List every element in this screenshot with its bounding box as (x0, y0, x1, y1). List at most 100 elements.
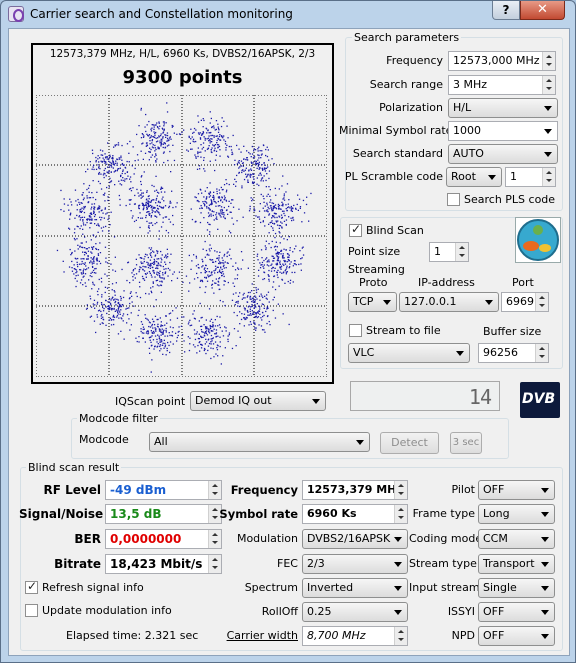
fec-select[interactable]: 2/3 (302, 554, 408, 574)
search-standard-select[interactable]: AUTO (448, 144, 558, 164)
constellation-point (204, 343, 206, 345)
constellation-point (139, 226, 141, 229)
update-modulation-checkbox[interactable] (25, 604, 38, 617)
constellation-point (195, 129, 197, 131)
constellation-point (149, 272, 151, 274)
help-button[interactable]: ? (492, 1, 520, 20)
polarization-select[interactable]: H/L (448, 98, 558, 118)
constellation-point (168, 206, 170, 209)
constellation-point (285, 224, 287, 226)
constellation-point (263, 175, 265, 177)
search-range-field[interactable]: 3 MHz (448, 75, 556, 95)
carrier-width-field[interactable]: 8,700 MHz (302, 626, 408, 646)
constellation-point (216, 193, 218, 195)
stream-to-file-checkbox[interactable] (349, 324, 362, 337)
constellation-point (145, 214, 147, 217)
constellation-point (148, 325, 150, 328)
constellation-point (257, 216, 259, 218)
constellation-point (85, 285, 87, 287)
frequency-result-field[interactable]: 12573,379 MHz (302, 480, 408, 500)
constellation-point (116, 315, 119, 317)
constellation-point (144, 255, 146, 258)
constellation-point (206, 253, 209, 255)
constellation-point (258, 184, 260, 187)
ip-address-select[interactable]: 127.0.0.1 (399, 292, 499, 312)
constellation-point (280, 265, 283, 267)
constellation-point (97, 207, 100, 209)
constellation-point (265, 154, 267, 157)
constellation-point (165, 134, 167, 136)
constellation-point (93, 210, 95, 212)
constellation-point (103, 176, 105, 179)
constellation-point (223, 284, 225, 286)
constellation-point (156, 195, 158, 197)
detect-button[interactable]: Detect (380, 432, 439, 454)
close-button[interactable]: ✕ (520, 1, 565, 20)
issyi-select[interactable]: OFF (478, 602, 555, 622)
search-pls-checkbox[interactable] (447, 193, 460, 206)
constellation-point (251, 283, 253, 285)
constellation-point (241, 185, 243, 187)
signal-noise-field[interactable]: 13,5 dB (105, 504, 222, 524)
ber-field[interactable]: 0,0000000 (105, 529, 222, 549)
constellation-point (126, 322, 128, 324)
modcode-select[interactable]: All (149, 432, 370, 452)
constellation-point (68, 266, 71, 268)
pl-scramble-code-field[interactable]: 1 (505, 167, 556, 187)
constellation-point (143, 260, 145, 263)
detect-time-select[interactable]: 3 sec (450, 432, 482, 454)
coding-mode-select[interactable]: CCM (478, 529, 555, 549)
proto-select[interactable]: TCP (348, 292, 397, 312)
constellation-point (266, 322, 268, 325)
constellation-point (204, 270, 206, 272)
constellation-point (262, 296, 264, 299)
modulation-select[interactable]: DVBS2/16APSK (302, 529, 408, 549)
constellation-point (119, 313, 121, 315)
constellation-point (296, 203, 298, 206)
pl-scramble-mode-select[interactable]: Root (446, 167, 502, 187)
symbol-rate-field[interactable]: 6960 Ks (302, 504, 408, 524)
constellation-point (148, 151, 150, 153)
blind-scan-checkbox[interactable] (349, 222, 362, 237)
npd-select[interactable]: OFF (478, 626, 555, 646)
rf-level-field[interactable]: -49 dBm (105, 480, 222, 500)
constellation-point (199, 286, 201, 289)
frequency-field[interactable]: 12573,000 MHz (448, 51, 556, 71)
pilot-select[interactable]: OFF (478, 480, 555, 500)
constellation-point (168, 218, 170, 220)
spectrum-label: Spectrum (244, 581, 298, 594)
iq-scan-point-select[interactable]: Demod IQ out (190, 391, 326, 411)
constellation-point (103, 194, 105, 196)
bitrate-field[interactable]: 18,423 Mbit/s (105, 554, 222, 574)
min-symbol-rate-select[interactable]: 1000 (448, 121, 558, 141)
constellation-point (161, 281, 163, 283)
spectrum-select[interactable]: Inverted (302, 578, 408, 598)
point-size-field[interactable]: 1 (429, 242, 469, 262)
player-select[interactable]: VLC (348, 343, 470, 363)
constellation-point (266, 173, 268, 175)
constellation-point (208, 145, 210, 147)
buffer-size-field[interactable]: 96256 (478, 343, 549, 363)
constellation-point (158, 128, 160, 130)
constellation-point (156, 325, 159, 327)
rolloff-select[interactable]: 0.25 (302, 602, 408, 622)
constellation-point (245, 176, 248, 178)
constellation-point (140, 109, 142, 111)
constellation-point (198, 151, 200, 153)
constellation-point (202, 133, 204, 135)
constellation-point (162, 131, 165, 133)
stream-type-select[interactable]: Transport (478, 554, 555, 574)
constellation-point (82, 262, 84, 265)
constellation-point (292, 217, 294, 219)
constellation-point (270, 264, 272, 266)
constellation-point (252, 157, 255, 159)
constellation-point (213, 270, 215, 272)
constellation-point (261, 257, 263, 259)
constellation-point (255, 289, 258, 291)
port-field[interactable]: 6969 (501, 292, 549, 312)
input-stream-select[interactable]: Single (478, 578, 555, 598)
constellation-point (80, 263, 82, 265)
constellation-point (90, 260, 92, 262)
frame-type-select[interactable]: Long (478, 504, 555, 524)
refresh-signal-checkbox[interactable] (25, 579, 38, 594)
